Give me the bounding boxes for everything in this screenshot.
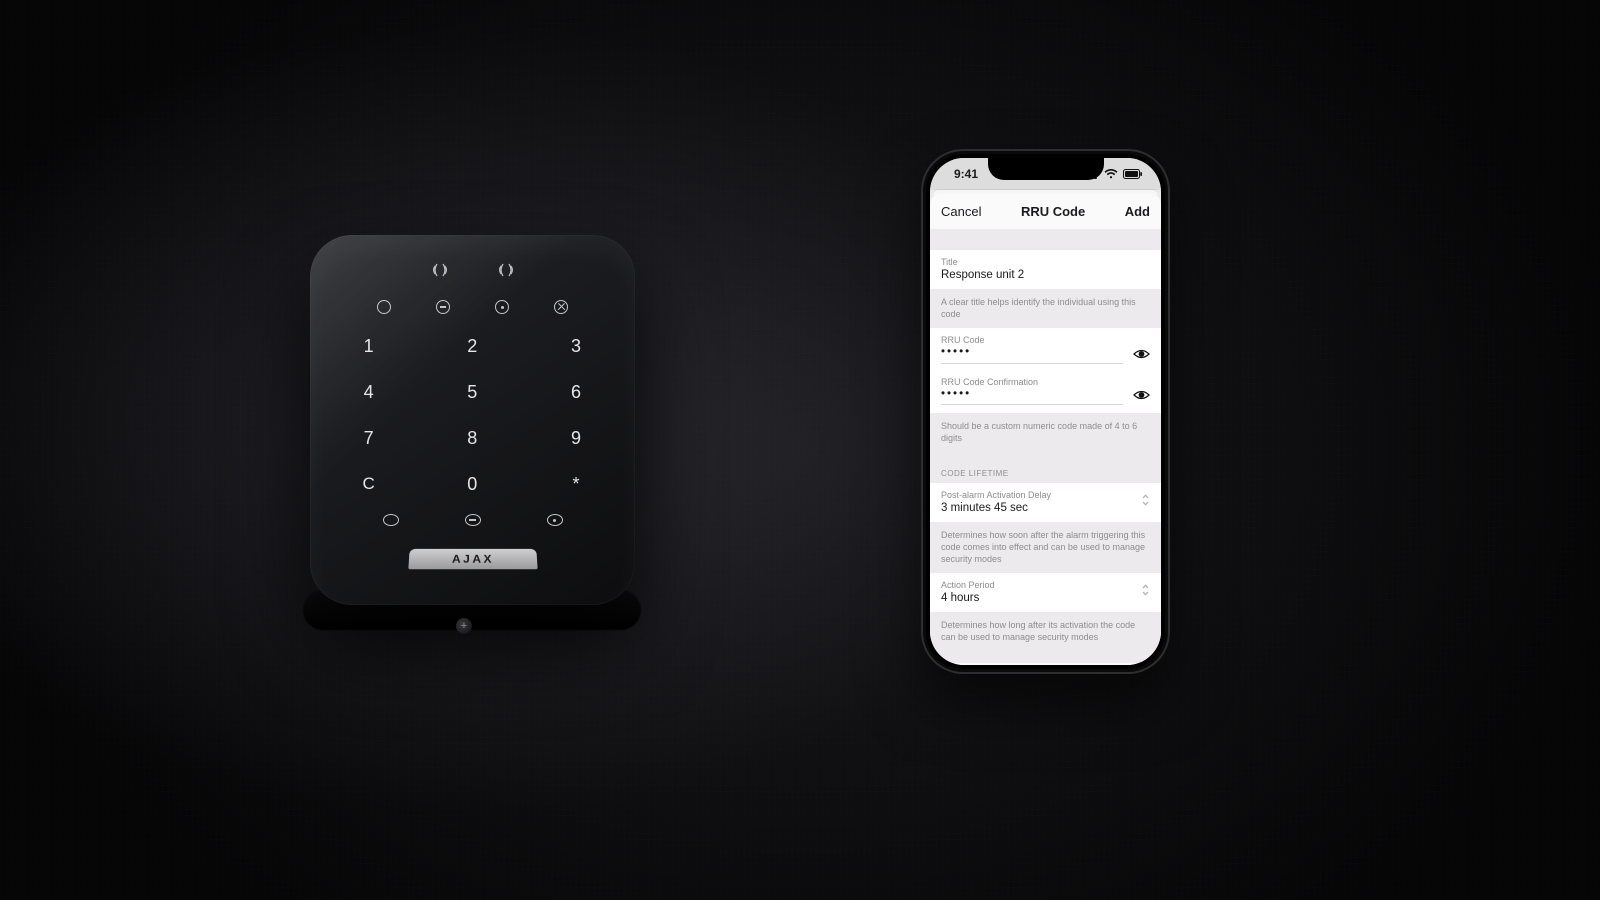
keypad-key-clear[interactable]: C bbox=[348, 472, 390, 496]
code-hint: Should be a custom numeric code made of … bbox=[930, 413, 1161, 452]
nfc-icon-left bbox=[428, 261, 452, 284]
keypad-key-2[interactable]: 2 bbox=[452, 334, 494, 358]
disarm-icon bbox=[383, 514, 399, 526]
keypad-key-4[interactable]: 4 bbox=[348, 380, 390, 404]
keypad-status-leds bbox=[377, 300, 568, 314]
activation-delay-label: Post-alarm Activation Delay bbox=[941, 490, 1051, 500]
title-hint: A clear title helps identify the individ… bbox=[930, 289, 1161, 328]
keypad-key-7[interactable]: 7 bbox=[348, 426, 390, 450]
rru-code-input[interactable]: ••••• bbox=[941, 347, 1123, 364]
keypad-key-3[interactable]: 3 bbox=[555, 334, 597, 358]
wifi-icon bbox=[1104, 169, 1118, 179]
action-period-value: 4 hours bbox=[941, 592, 995, 604]
led-partial-icon bbox=[436, 300, 450, 314]
led-armed-icon bbox=[495, 300, 509, 314]
add-button[interactable]: Add bbox=[1125, 204, 1150, 219]
keypad-key-9[interactable]: 9 bbox=[555, 426, 597, 450]
rru-code-confirm-input[interactable]: ••••• bbox=[941, 389, 1123, 406]
keypad-key-1[interactable]: 1 bbox=[348, 334, 390, 358]
brand-badge: AJAX bbox=[408, 549, 537, 569]
led-circle-icon bbox=[377, 300, 391, 314]
led-fault-icon bbox=[554, 300, 568, 314]
select-chevrons-icon bbox=[1141, 493, 1150, 510]
title-label: Title bbox=[941, 257, 1150, 267]
select-chevrons-icon bbox=[1141, 583, 1150, 600]
reveal-code-icon[interactable] bbox=[1133, 348, 1150, 360]
title-field-row[interactable]: Title Response unit 2 bbox=[930, 250, 1161, 289]
keypad-port-icon: + bbox=[456, 618, 472, 634]
activation-delay-row[interactable]: Post-alarm Activation Delay 3 minutes 45… bbox=[930, 483, 1161, 522]
battery-icon bbox=[1123, 169, 1143, 179]
phone-notch bbox=[988, 158, 1104, 180]
activation-delay-value: 3 minutes 45 sec bbox=[941, 502, 1051, 514]
code-lifetime-section-title: CODE LIFETIME bbox=[930, 453, 1161, 483]
keypad-key-8[interactable]: 8 bbox=[452, 426, 494, 450]
partial-arm-icon bbox=[465, 514, 481, 526]
activation-delay-hint: Determines how soon after the alarm trig… bbox=[930, 522, 1161, 573]
rru-code-confirm-label: RRU Code Confirmation bbox=[941, 377, 1123, 387]
rru-code-confirm-row[interactable]: RRU Code Confirmation ••••• bbox=[930, 372, 1161, 414]
title-input[interactable]: Response unit 2 bbox=[941, 269, 1150, 281]
arm-icon bbox=[547, 514, 563, 526]
status-time: 9:41 bbox=[954, 167, 978, 181]
background bbox=[0, 0, 1600, 900]
rru-code-sheet: Cancel RRU Code Add Title Response unit … bbox=[930, 194, 1161, 665]
keypad-key-0[interactable]: 0 bbox=[452, 472, 494, 496]
rru-code-label: RRU Code bbox=[941, 335, 1123, 345]
action-period-label: Action Period bbox=[941, 580, 995, 590]
action-period-row[interactable]: Action Period 4 hours bbox=[930, 573, 1161, 612]
sheet-title: RRU Code bbox=[1021, 204, 1085, 219]
reveal-confirm-icon[interactable] bbox=[1133, 389, 1150, 401]
keypad-key-5[interactable]: 5 bbox=[452, 380, 494, 404]
keypad-device: 1 2 3 4 5 6 7 8 9 C 0 * AJAX bbox=[310, 235, 635, 605]
keypad-bottom-icons bbox=[383, 514, 563, 526]
rru-code-row[interactable]: RRU Code ••••• bbox=[930, 328, 1161, 372]
keypad-key-star[interactable]: * bbox=[555, 472, 597, 496]
keypad-key-6[interactable]: 6 bbox=[555, 380, 597, 404]
nfc-icon-right bbox=[494, 261, 518, 284]
phone-frame: 9:41 Cancel RRU Code Add bbox=[921, 149, 1170, 674]
action-period-hint: Determines how long after its activation… bbox=[930, 612, 1161, 663]
phone-screen: 9:41 Cancel RRU Code Add bbox=[930, 158, 1161, 665]
cancel-button[interactable]: Cancel bbox=[941, 204, 981, 219]
